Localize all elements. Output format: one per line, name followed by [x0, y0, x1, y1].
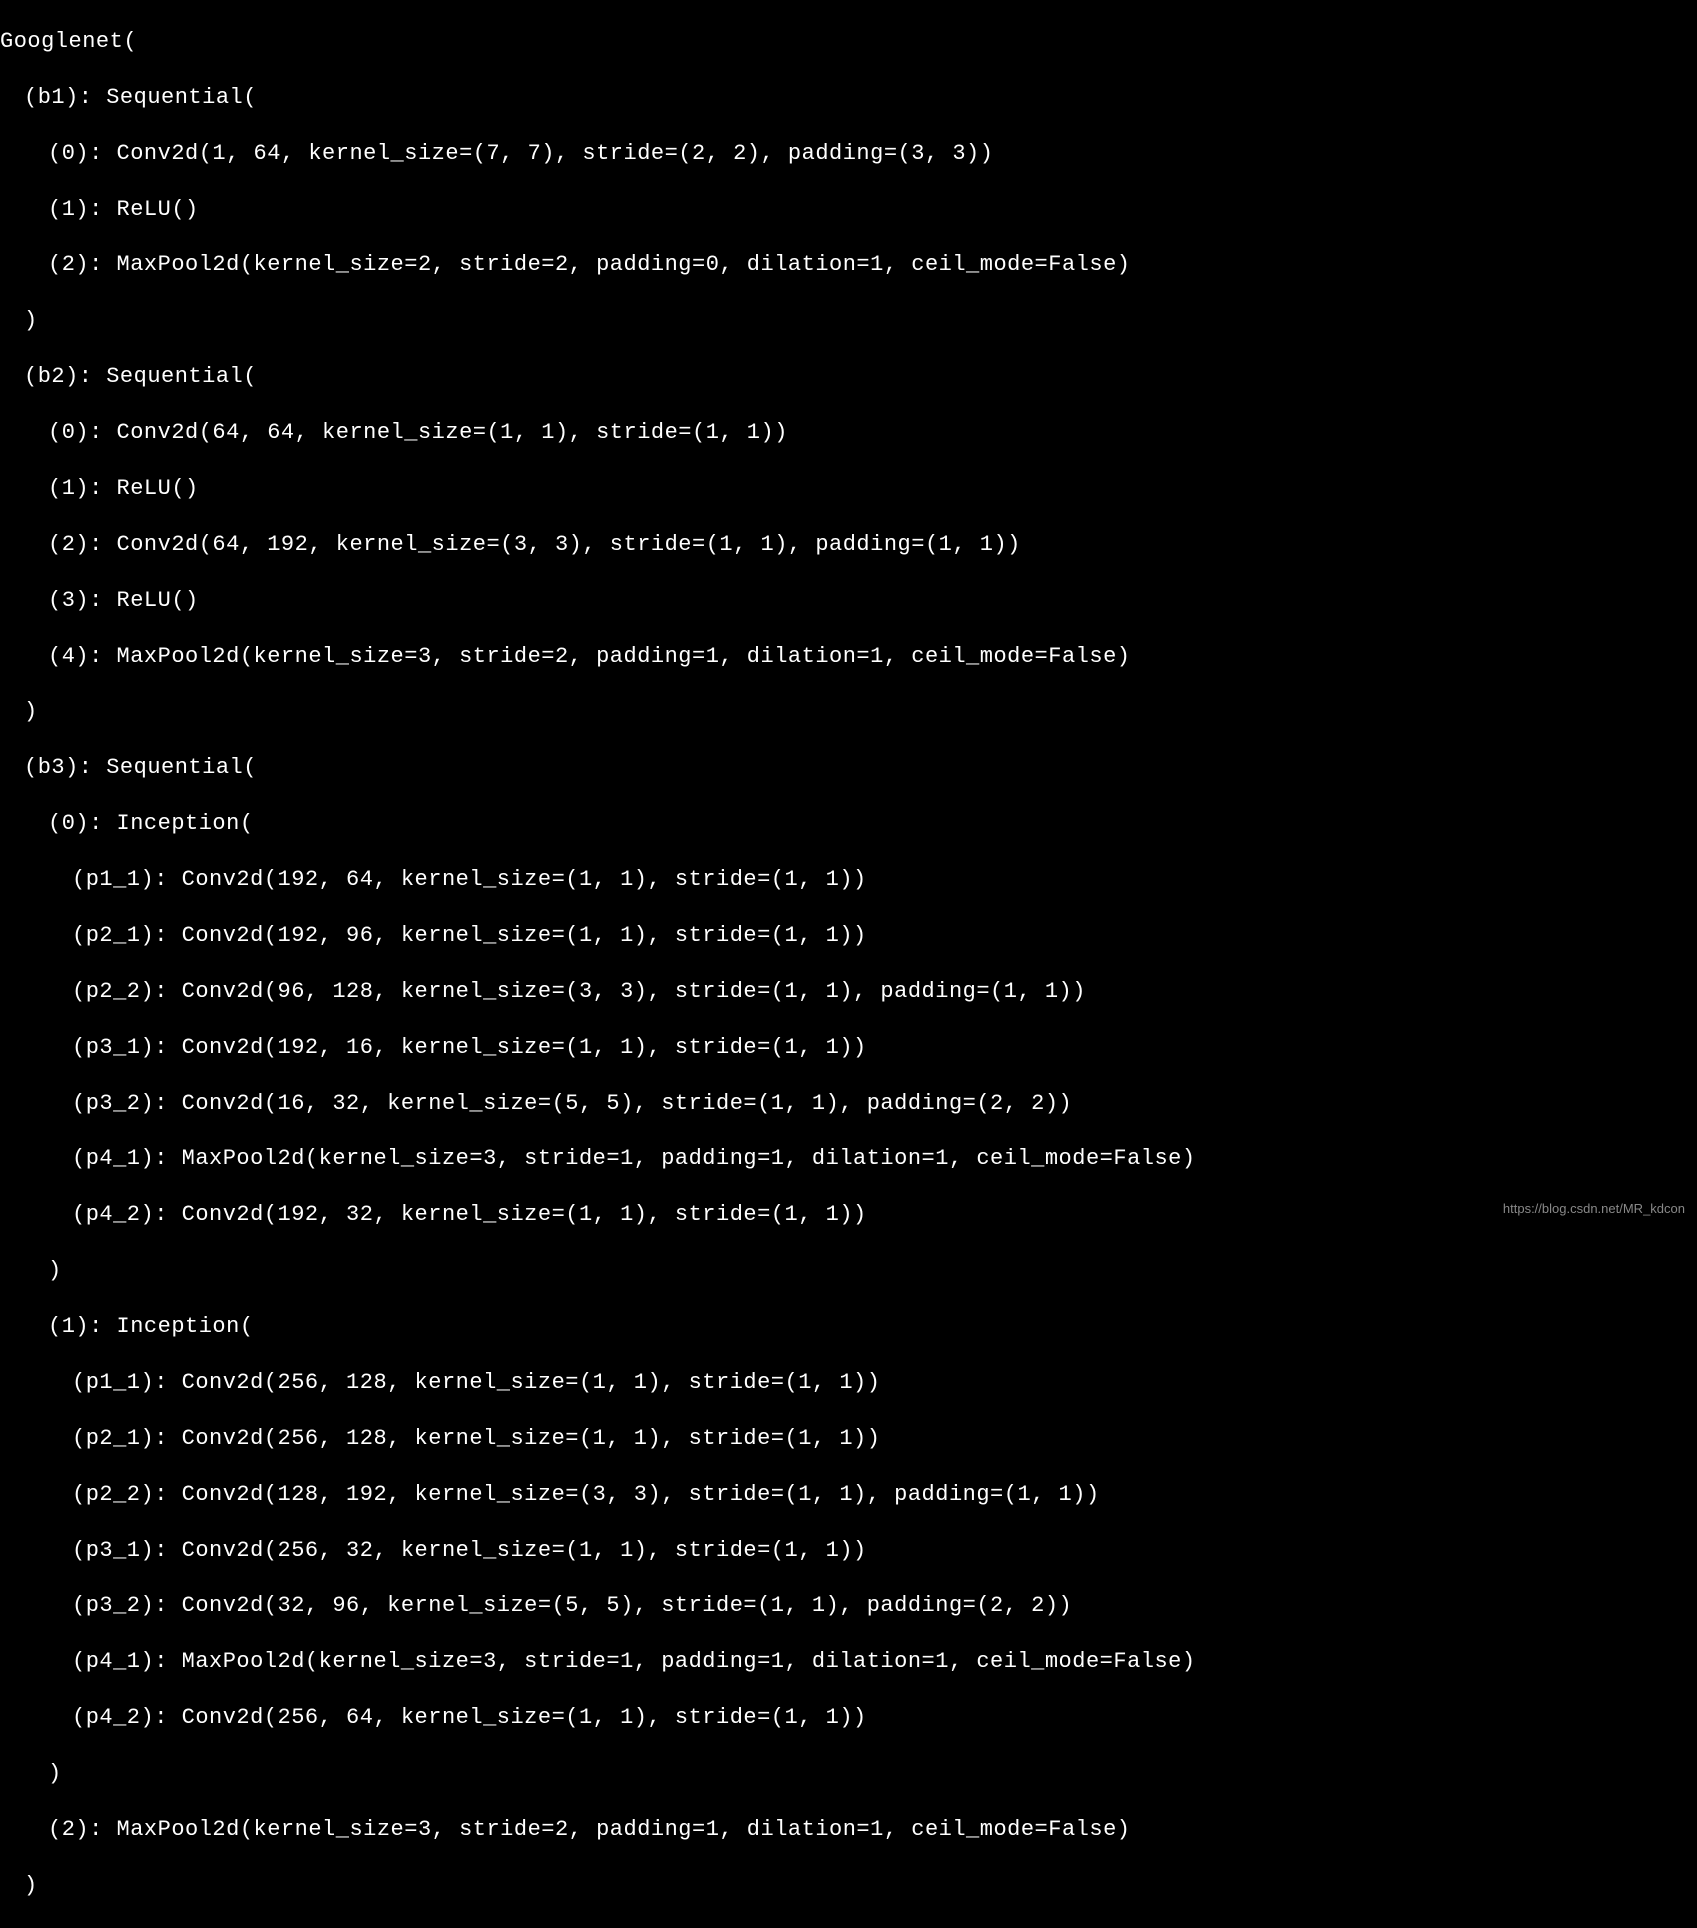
- terminal-output: Googlenet( (b1): Sequential( (0): Conv2d…: [0, 0, 1697, 1928]
- b3-inception0-layer-6: (p4_2): Conv2d(192, 32, kernel_size=(1, …: [0, 1201, 1697, 1229]
- b3-inception1-layer-4: (p3_2): Conv2d(32, 96, kernel_size=(5, 5…: [0, 1592, 1697, 1620]
- b3-inception0-layer-2: (p2_2): Conv2d(96, 128, kernel_size=(3, …: [0, 978, 1697, 1006]
- b3-inception0-layer-0: (p1_1): Conv2d(192, 64, kernel_size=(1, …: [0, 866, 1697, 894]
- b1-layer-0: (0): Conv2d(1, 64, kernel_size=(7, 7), s…: [0, 140, 1697, 168]
- b3-inception1-layer-3: (p3_1): Conv2d(256, 32, kernel_size=(1, …: [0, 1537, 1697, 1565]
- b2-layer-0: (0): Conv2d(64, 64, kernel_size=(1, 1), …: [0, 419, 1697, 447]
- watermark: https://blog.csdn.net/MR_kdcon: [1503, 1201, 1685, 1218]
- b2-layer-1: (1): ReLU(): [0, 475, 1697, 503]
- b3-inception1-layer-2: (p2_2): Conv2d(128, 192, kernel_size=(3,…: [0, 1481, 1697, 1509]
- b2-layer-3: (3): ReLU(): [0, 587, 1697, 615]
- b2-layer-4: (4): MaxPool2d(kernel_size=3, stride=2, …: [0, 643, 1697, 671]
- b2-layer-2: (2): Conv2d(64, 192, kernel_size=(3, 3),…: [0, 531, 1697, 559]
- b3-inception1-layer-1: (p2_1): Conv2d(256, 128, kernel_size=(1,…: [0, 1425, 1697, 1453]
- b1-close: ): [0, 307, 1697, 335]
- b3-inception1-layer-0: (p1_1): Conv2d(256, 128, kernel_size=(1,…: [0, 1369, 1697, 1397]
- b3-inception1-close: ): [0, 1760, 1697, 1788]
- b3-inception0-layer-3: (p3_1): Conv2d(192, 16, kernel_size=(1, …: [0, 1034, 1697, 1062]
- b1-layer-2: (2): MaxPool2d(kernel_size=2, stride=2, …: [0, 251, 1697, 279]
- b3-inception1-layer-6: (p4_2): Conv2d(256, 64, kernel_size=(1, …: [0, 1704, 1697, 1732]
- b2-header: (b2): Sequential(: [0, 363, 1697, 391]
- b3-maxpool: (2): MaxPool2d(kernel_size=3, stride=2, …: [0, 1816, 1697, 1844]
- b3-inception0-layer-4: (p3_2): Conv2d(16, 32, kernel_size=(5, 5…: [0, 1090, 1697, 1118]
- b2-close: ): [0, 698, 1697, 726]
- model-header: Googlenet(: [0, 28, 1697, 56]
- b1-layer-1: (1): ReLU(): [0, 196, 1697, 224]
- b3-inception1-layer-5: (p4_1): MaxPool2d(kernel_size=3, stride=…: [0, 1648, 1697, 1676]
- b3-inception0-header: (0): Inception(: [0, 810, 1697, 838]
- b3-inception0-close: ): [0, 1257, 1697, 1285]
- b3-header: (b3): Sequential(: [0, 754, 1697, 782]
- b3-close: ): [0, 1872, 1697, 1900]
- b3-inception1-header: (1): Inception(: [0, 1313, 1697, 1341]
- b3-inception0-layer-5: (p4_1): MaxPool2d(kernel_size=3, stride=…: [0, 1145, 1697, 1173]
- b3-inception0-layer-1: (p2_1): Conv2d(192, 96, kernel_size=(1, …: [0, 922, 1697, 950]
- b1-header: (b1): Sequential(: [0, 84, 1697, 112]
